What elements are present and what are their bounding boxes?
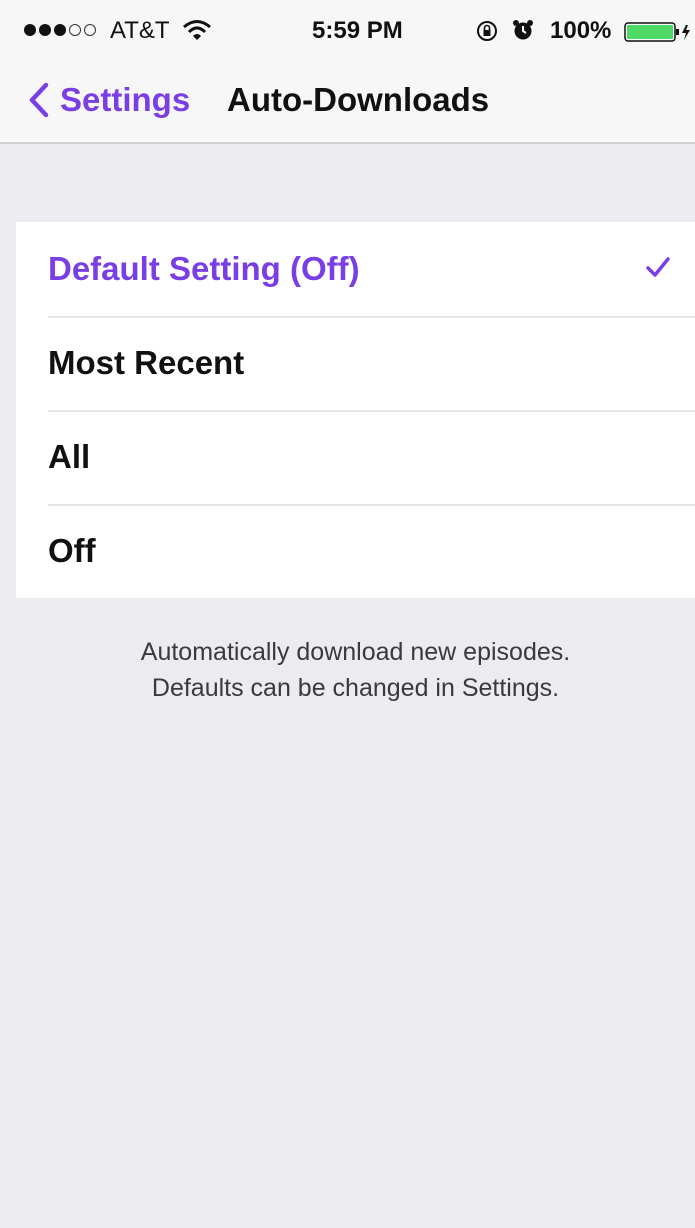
carrier-label: AT&T bbox=[110, 17, 170, 44]
option-most-recent[interactable]: Most Recent bbox=[16, 316, 695, 410]
signal-dots-icon bbox=[24, 24, 96, 36]
checkmark-icon bbox=[646, 257, 670, 277]
back-button-label: Settings bbox=[60, 81, 191, 118]
section-footer: Automatically download new episodes. Def… bbox=[16, 634, 695, 706]
rotation-lock-icon bbox=[477, 21, 497, 41]
chevron-left-icon bbox=[29, 82, 49, 118]
status-time: 5:59 PM bbox=[312, 17, 403, 44]
option-default-setting[interactable]: Default Setting (Off) bbox=[16, 222, 695, 316]
alarm-icon bbox=[513, 20, 533, 40]
auto-download-options-list: Default Setting (Off) Most Recent All Of… bbox=[16, 222, 695, 598]
back-button[interactable]: Settings bbox=[28, 78, 190, 122]
footer-line-1: Automatically download new episodes. bbox=[140, 638, 571, 666]
option-off[interactable]: Off bbox=[16, 504, 695, 598]
footer-line-2: Defaults can be changed in Settings. bbox=[151, 674, 560, 702]
auto-downloads-screen: AT&T 5:59 PM 100% Settings Auto-Download… bbox=[0, 0, 695, 1228]
battery-percent: 100% bbox=[550, 17, 612, 44]
option-label: Off bbox=[48, 532, 96, 569]
navigation-bar: Settings Auto-Downloads bbox=[0, 62, 695, 144]
wifi-icon bbox=[183, 20, 211, 40]
battery-icon bbox=[624, 22, 690, 42]
page-title: Auto-Downloads bbox=[227, 81, 490, 118]
option-label: Default Setting (Off) bbox=[48, 250, 360, 287]
status-bar: AT&T 5:59 PM 100% bbox=[0, 0, 695, 62]
option-label: All bbox=[48, 438, 91, 475]
option-label: Most Recent bbox=[48, 344, 245, 381]
option-all[interactable]: All bbox=[16, 410, 695, 504]
